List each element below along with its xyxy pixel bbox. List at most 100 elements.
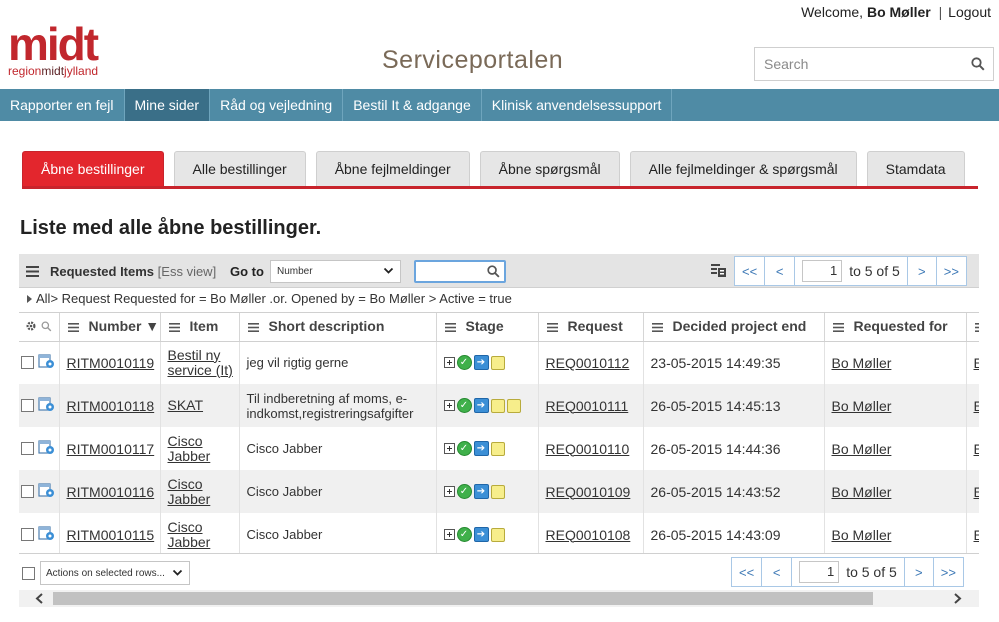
expand-stage-icon[interactable] (443, 443, 455, 454)
nav-item-mine-sider[interactable]: Mine sider (124, 89, 211, 121)
requested-for-link[interactable]: Bo Møller (832, 441, 892, 457)
requested-for-link[interactable]: Bo Møller (832, 527, 892, 543)
horizontal-scrollbar[interactable] (19, 590, 979, 607)
column-menu-icon[interactable] (247, 319, 259, 335)
search-icon[interactable] (971, 57, 985, 74)
table-row[interactable]: RITM0010115 Cisco Jabber Cisco Jabber ✓ ➔ REQ… (19, 513, 980, 553)
column-header-number[interactable]: Number ▼ (59, 313, 161, 342)
requested-for-link[interactable]: Bo Møller (832, 484, 892, 500)
column-menu-icon[interactable] (67, 319, 79, 335)
column-header-decided-end[interactable]: Decided project end (643, 313, 825, 342)
number-link[interactable]: RITM0010118 (67, 398, 155, 414)
list-menu-icon[interactable] (26, 265, 39, 280)
expand-stage-icon[interactable] (443, 529, 455, 540)
row-checkbox[interactable] (21, 356, 34, 370)
scroll-right-icon[interactable] (953, 593, 962, 605)
row-checkbox[interactable] (21, 442, 34, 455)
requested-for-link[interactable]: Bo Møller (832, 355, 892, 371)
table-row[interactable]: RITM0010116 Cisco Jabber Cisco Jabber ✓ ➔ REQ… (19, 470, 979, 513)
column-settings-header[interactable] (19, 313, 60, 342)
pager-first-button[interactable]: << (731, 557, 763, 587)
table-row[interactable]: RITM0010119 Bestil ny service (It) jeg vil… (19, 341, 979, 384)
extra-link[interactable]: E (974, 527, 980, 543)
pager-prev-button[interactable]: < (765, 256, 796, 286)
column-menu-icon[interactable] (546, 319, 558, 335)
request-link[interactable]: REQ0010110 (546, 441, 630, 457)
expand-triangle-icon[interactable] (27, 295, 32, 303)
preview-record-icon[interactable] (38, 439, 55, 458)
breadcrumb-filter[interactable]: > Request Requested for = Bo Møller .or.… (50, 291, 511, 306)
column-header-short-description[interactable]: Short description (239, 313, 437, 342)
logo[interactable]: midt regionmidtjylland (8, 21, 128, 80)
nav-item-rapporter[interactable]: Rapporter en fejl (0, 89, 125, 121)
goto-input-box[interactable] (414, 260, 506, 283)
goto-field-select[interactable]: Number (270, 260, 401, 283)
row-checkbox[interactable] (21, 485, 34, 498)
pager-next-button[interactable]: > (903, 557, 934, 587)
item-link[interactable]: Cisco Jabber (168, 476, 211, 507)
table-row[interactable]: RITM0010118 SKAT Til indberetning af moms,… (19, 384, 979, 427)
request-link[interactable]: REQ0010112 (546, 355, 630, 371)
request-link[interactable]: REQ0010109 (546, 484, 631, 500)
actions-select[interactable]: Actions on selected rows... (40, 561, 190, 585)
search-box[interactable] (754, 47, 994, 81)
requested-for-link[interactable]: Bo Møller (832, 398, 892, 414)
expand-stage-icon[interactable] (443, 486, 455, 497)
search-input[interactable] (755, 48, 955, 80)
nav-item-raad[interactable]: Råd og vejledning (210, 89, 344, 121)
column-menu-icon[interactable] (168, 319, 180, 335)
tab-aabne-bestillinger[interactable]: Åbne bestillinger (22, 151, 164, 186)
context-menu-icon[interactable] (711, 264, 726, 280)
pager-last-button[interactable]: >> (936, 256, 967, 286)
tab-alle-fejlmeldinger[interactable]: Alle fejlmeldinger & spørgsmål (629, 151, 857, 186)
column-header-stage[interactable]: Stage (436, 313, 539, 342)
tab-aabne-fejlmeldinger[interactable]: Åbne fejlmeldinger (315, 151, 470, 186)
nav-item-bestil[interactable]: Bestil It & adgange (343, 89, 482, 121)
row-checkbox[interactable] (21, 528, 34, 541)
logout-link[interactable]: Logout (948, 4, 991, 20)
pager-prev-button[interactable]: < (762, 557, 793, 587)
pager-first-button[interactable]: << (734, 256, 766, 286)
scrollbar-thumb[interactable] (53, 592, 873, 605)
column-menu-icon[interactable] (651, 319, 663, 335)
column-menu-icon[interactable] (444, 319, 456, 335)
item-link[interactable]: SKAT (168, 397, 204, 413)
column-menu-icon[interactable] (832, 319, 844, 335)
request-link[interactable]: REQ0010111 (546, 398, 629, 414)
preview-record-icon[interactable] (38, 353, 55, 372)
column-menu-icon[interactable] (974, 319, 979, 335)
column-header-request[interactable]: Request (538, 313, 644, 342)
breadcrumb-all[interactable]: All (36, 291, 50, 306)
number-link[interactable]: RITM0010115 (67, 527, 155, 543)
scroll-left-icon[interactable] (35, 593, 44, 605)
search-icon[interactable] (41, 319, 52, 335)
item-link[interactable]: Cisco Jabber (168, 433, 211, 464)
extra-link[interactable]: E (974, 355, 980, 371)
preview-record-icon[interactable] (38, 525, 55, 544)
extra-link[interactable]: E (974, 484, 980, 500)
preview-record-icon[interactable] (38, 482, 55, 501)
item-link[interactable]: Bestil ny service (It) (168, 347, 233, 378)
tab-alle-bestillinger[interactable]: Alle bestillinger (173, 151, 306, 186)
tab-stamdata[interactable]: Stamdata (866, 151, 965, 186)
table-row[interactable]: RITM0010117 Cisco Jabber Cisco Jabber ✓ ➔ REQ… (19, 427, 979, 470)
extra-link[interactable]: E (974, 398, 980, 414)
expand-stage-icon[interactable] (443, 357, 455, 369)
tab-aabne-spoergsmaal[interactable]: Åbne spørgsmål (479, 151, 620, 186)
pager-page-input[interactable]: 1 (799, 561, 840, 583)
column-header-item[interactable]: Item (160, 313, 240, 342)
pager-next-button[interactable]: > (906, 256, 937, 286)
expand-stage-icon[interactable] (443, 400, 455, 411)
goto-input[interactable] (416, 262, 486, 281)
row-checkbox[interactable] (21, 399, 34, 412)
number-link[interactable]: RITM0010119 (67, 355, 155, 371)
select-all-checkbox[interactable] (22, 567, 35, 580)
item-link[interactable]: Cisco Jabber (168, 519, 211, 550)
extra-link[interactable]: E (974, 441, 980, 457)
number-link[interactable]: RITM0010117 (67, 441, 155, 457)
nav-item-klinisk[interactable]: Klinisk anvendelsessupport (482, 89, 673, 121)
column-header-requested-for[interactable]: Requested for (824, 313, 967, 342)
number-link[interactable]: RITM0010116 (67, 484, 155, 500)
column-header-extra[interactable]: E (966, 313, 979, 342)
search-icon[interactable] (487, 265, 500, 281)
